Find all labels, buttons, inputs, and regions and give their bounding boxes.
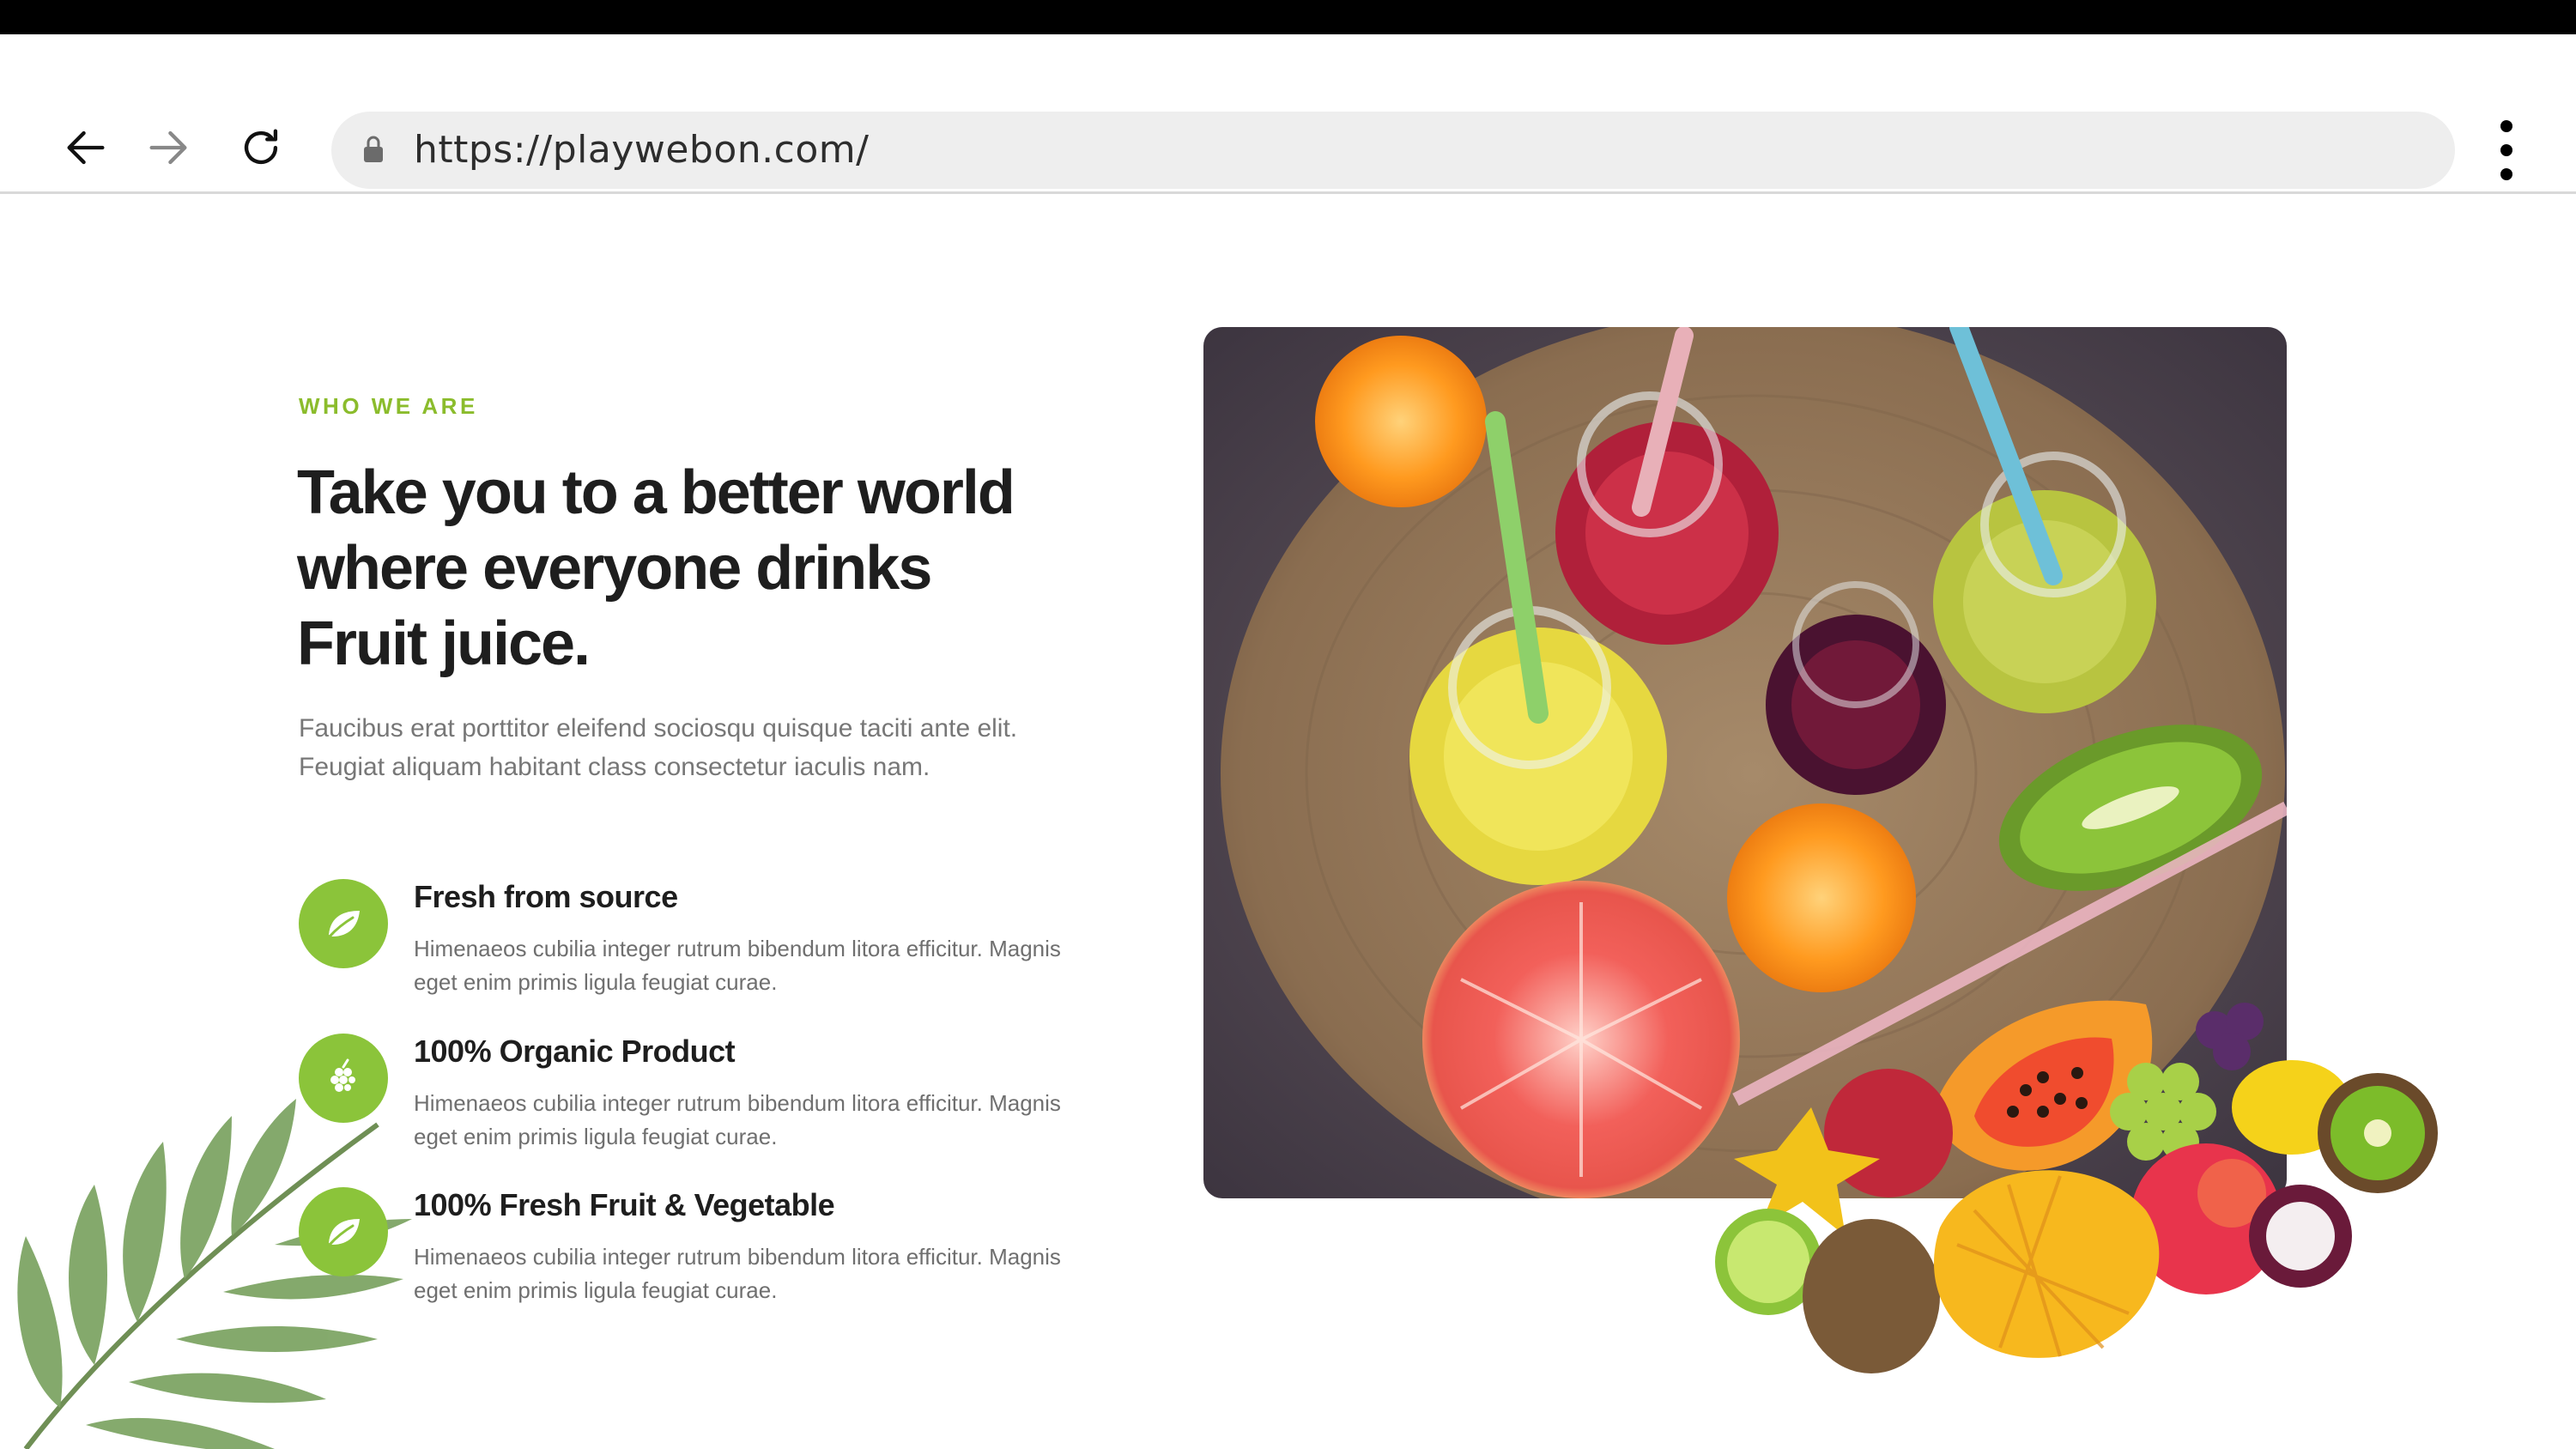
system-status-bar [0, 0, 2576, 34]
section-eyebrow: WHO WE ARE [299, 393, 478, 419]
section-heading: Take you to a better world where everyon… [297, 458, 1015, 678]
forward-button[interactable] [141, 120, 196, 175]
reload-icon [244, 129, 278, 165]
browser-toolbar: https://playwebon.com/ [0, 34, 2576, 194]
feature-title: Fresh from source [414, 879, 678, 914]
feature-description: Himenaeos cubilia integer rutrum bibendu… [414, 1244, 1061, 1303]
more-vert-icon[interactable] [2489, 120, 2524, 180]
leaf-icon [328, 911, 360, 938]
back-button[interactable] [58, 120, 113, 175]
address-bar[interactable]: https://playwebon.com/ [331, 112, 2455, 189]
reload-button[interactable] [233, 120, 288, 175]
feature-item: 100% Fresh Fruit & Vegetable Himenaeos c… [299, 1187, 1071, 1316]
feature-item: Fresh from source Himenaeos cubilia inte… [299, 879, 1071, 1008]
forward-arrow-icon [149, 130, 187, 165]
feature-title: 100% Fresh Fruit & Vegetable [414, 1187, 835, 1222]
feature-description: Himenaeos cubilia integer rutrum bibendu… [414, 1090, 1061, 1149]
lock-icon [364, 136, 383, 162]
back-arrow-icon [67, 130, 105, 165]
url-text: https://playwebon.com/ [414, 128, 870, 172]
section-lead-text: Faucibus erat porttitor eleifend sociosq… [299, 714, 1018, 781]
feature-title: 100% Organic Product [414, 1034, 736, 1069]
leaf-icon [328, 1219, 360, 1246]
fruit-pile-illustration [1715, 1000, 2438, 1373]
feature-description: Himenaeos cubilia integer rutrum bibendu… [414, 936, 1061, 995]
feature-icon-circle [299, 879, 388, 968]
feature-icon-circle [299, 1187, 388, 1276]
